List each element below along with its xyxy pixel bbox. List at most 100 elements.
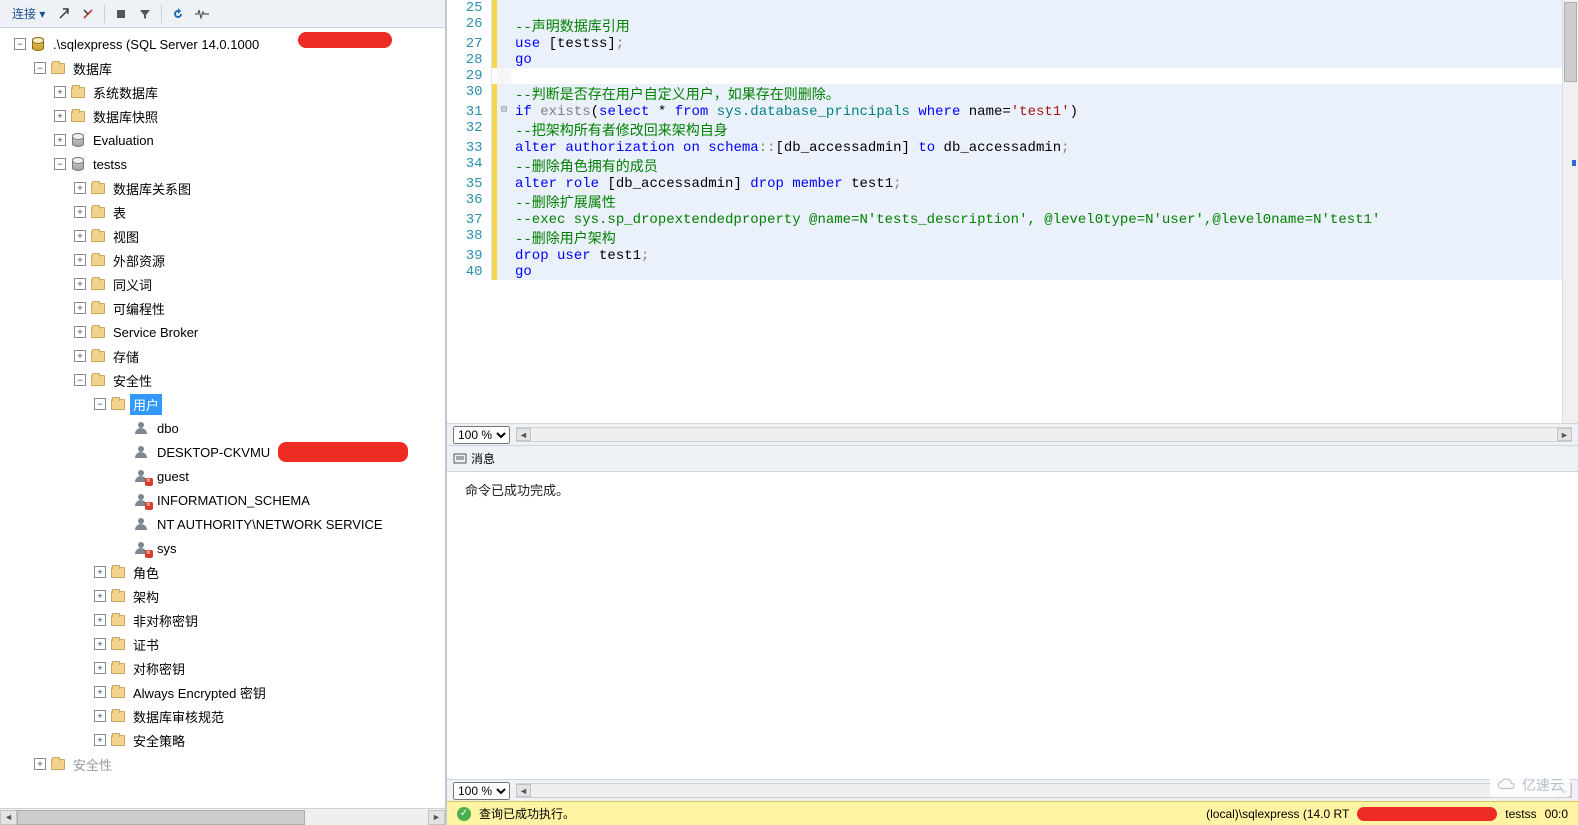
expand-icon[interactable]: + <box>74 350 86 362</box>
code-content[interactable]: --删除扩展属性 <box>511 192 1578 212</box>
code-content[interactable]: use [testss]; <box>511 36 1578 52</box>
db-security[interactable]: −安全性 <box>0 368 445 392</box>
collapse-icon[interactable]: − <box>94 398 106 410</box>
code-content[interactable]: --删除用户架构 <box>511 228 1578 248</box>
user-dbo[interactable]: dbo <box>0 416 445 440</box>
code-content[interactable]: alter role [db_accessadmin] drop member … <box>511 176 1578 192</box>
scroll-left-icon[interactable]: ◄ <box>0 810 17 825</box>
expand-icon[interactable]: + <box>74 206 86 218</box>
database-testss[interactable]: −testss <box>0 152 445 176</box>
scroll-thumb[interactable] <box>1564 2 1577 82</box>
database-snapshots[interactable]: +数据库快照 <box>0 104 445 128</box>
code-line[interactable]: 34--删除角色拥有的成员 <box>447 156 1578 176</box>
code-content[interactable]: go <box>511 52 1578 68</box>
code-line[interactable]: 32--把架构所有者修改回来架构自身 <box>447 120 1578 140</box>
expand-icon[interactable]: + <box>74 302 86 314</box>
db-external-resources[interactable]: +外部资源 <box>0 248 445 272</box>
system-databases[interactable]: +系统数据库 <box>0 80 445 104</box>
server-security[interactable]: +安全性 <box>0 752 445 776</box>
expand-icon[interactable]: + <box>34 758 46 770</box>
symmetric-keys[interactable]: +对称密钥 <box>0 656 445 680</box>
databases-node[interactable]: −数据库 <box>0 56 445 80</box>
expand-icon[interactable]: + <box>74 278 86 290</box>
disconnect-icon[interactable] <box>77 3 99 25</box>
editor-vscrollbar[interactable] <box>1562 0 1578 423</box>
explorer-hscrollbar[interactable]: ◄ ► <box>0 808 445 825</box>
expand-icon[interactable]: + <box>74 254 86 266</box>
db-tables[interactable]: +表 <box>0 200 445 224</box>
db-views[interactable]: +视图 <box>0 224 445 248</box>
connect-icon[interactable] <box>53 3 75 25</box>
code-line[interactable]: 29 <box>447 68 1578 84</box>
code-content[interactable]: --判断是否存在用户自定义用户，如果存在则删除。 <box>511 84 1578 104</box>
collapse-icon[interactable]: − <box>14 38 26 50</box>
expand-icon[interactable]: + <box>74 326 86 338</box>
connect-dropdown[interactable]: 连接 ▾ <box>6 3 51 24</box>
user-sys[interactable]: sys <box>0 536 445 560</box>
expand-icon[interactable]: + <box>94 566 106 578</box>
user-nt-authority[interactable]: NT AUTHORITY\NETWORK SERVICE <box>0 512 445 536</box>
asymmetric-keys[interactable]: +非对称密钥 <box>0 608 445 632</box>
code-line[interactable]: 35alter role [db_accessadmin] drop membe… <box>447 176 1578 192</box>
scroll-right-icon[interactable]: ► <box>1557 428 1572 441</box>
code-content[interactable]: go <box>511 264 1578 280</box>
messages-tab[interactable]: 消息 <box>447 446 1578 472</box>
tree-scroll[interactable]: −.\sqlexpress (SQL Server 14.0.1000 −数据库… <box>0 28 445 808</box>
fold-gutter[interactable]: ⊟ <box>497 104 511 120</box>
db-synonyms[interactable]: +同义词 <box>0 272 445 296</box>
code-line[interactable]: 31⊟if exists(select * from sys.database_… <box>447 104 1578 120</box>
code-line[interactable]: 28go <box>447 52 1578 68</box>
scroll-left-icon[interactable]: ◄ <box>516 784 531 797</box>
user-info-schema[interactable]: INFORMATION_SCHEMA <box>0 488 445 512</box>
filter-icon[interactable] <box>134 3 156 25</box>
code-content[interactable]: --声明数据库引用 <box>511 16 1578 36</box>
code-content[interactable] <box>511 0 1578 16</box>
db-programmability[interactable]: +可编程性 <box>0 296 445 320</box>
db-audit[interactable]: +数据库审核规范 <box>0 704 445 728</box>
collapse-icon[interactable]: − <box>74 374 86 386</box>
code-content[interactable]: --把架构所有者修改回来架构自身 <box>511 120 1578 140</box>
database-evaluation[interactable]: +Evaluation <box>0 128 445 152</box>
code-content[interactable] <box>511 68 1578 84</box>
activity-icon[interactable] <box>191 3 213 25</box>
expand-icon[interactable]: + <box>94 638 106 650</box>
expand-icon[interactable]: + <box>94 614 106 626</box>
code-line[interactable]: 33alter authorization on schema::[db_acc… <box>447 140 1578 156</box>
always-encrypted[interactable]: +Always Encrypted 密钥 <box>0 680 445 704</box>
db-storage[interactable]: +存储 <box>0 344 445 368</box>
scroll-left-icon[interactable]: ◄ <box>516 428 531 441</box>
zoom-select[interactable]: 100 % <box>453 782 510 800</box>
code-line[interactable]: 40go <box>447 264 1578 280</box>
db-service-broker[interactable]: +Service Broker <box>0 320 445 344</box>
collapse-icon[interactable]: − <box>34 62 46 74</box>
code-line[interactable]: 37--exec sys.sp_dropextendedproperty @na… <box>447 212 1578 228</box>
scroll-thumb[interactable] <box>17 810 305 825</box>
user-guest[interactable]: guest <box>0 464 445 488</box>
code-content[interactable]: --exec sys.sp_dropextendedproperty @name… <box>511 212 1578 228</box>
code-line[interactable]: 30--判断是否存在用户自定义用户，如果存在则删除。 <box>447 84 1578 104</box>
scroll-right-icon[interactable]: ► <box>428 810 445 825</box>
code-line[interactable]: 36--删除扩展属性 <box>447 192 1578 212</box>
expand-icon[interactable]: + <box>54 110 66 122</box>
code-line[interactable]: 26--声明数据库引用 <box>447 16 1578 36</box>
expand-icon[interactable]: + <box>94 686 106 698</box>
expand-icon[interactable]: + <box>74 230 86 242</box>
editor-hscrollbar[interactable]: ◄► <box>516 427 1572 442</box>
expand-icon[interactable]: + <box>94 734 106 746</box>
schemas-node[interactable]: +架构 <box>0 584 445 608</box>
code-line[interactable]: 38--删除用户架构 <box>447 228 1578 248</box>
expand-icon[interactable]: + <box>94 662 106 674</box>
code-content[interactable]: alter authorization on schema::[db_acces… <box>511 140 1578 156</box>
zoom-select[interactable]: 100 % <box>453 426 510 444</box>
roles-node[interactable]: +角色 <box>0 560 445 584</box>
messages-body[interactable]: 命令已成功完成。 <box>447 472 1578 779</box>
db-diagrams[interactable]: +数据库关系图 <box>0 176 445 200</box>
security-policies[interactable]: +安全策略 <box>0 728 445 752</box>
code-editor[interactable]: 2526--声明数据库引用27use [testss];28go2930--判断… <box>447 0 1578 423</box>
expand-icon[interactable]: + <box>94 710 106 722</box>
code-content[interactable]: drop user test1; <box>511 248 1578 264</box>
expand-icon[interactable]: + <box>54 134 66 146</box>
code-line[interactable]: 25 <box>447 0 1578 16</box>
refresh-icon[interactable] <box>167 3 189 25</box>
expand-icon[interactable]: + <box>54 86 66 98</box>
